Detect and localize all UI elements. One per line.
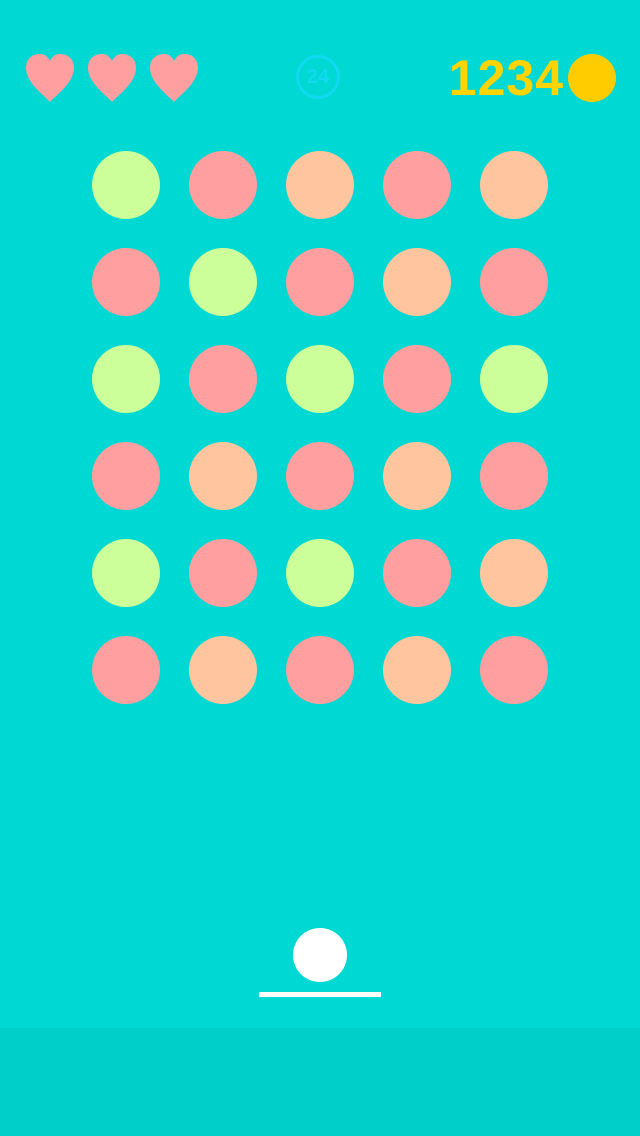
grid-dot[interactable] (383, 151, 451, 219)
grid-dot[interactable] (189, 442, 257, 510)
grid-dot[interactable] (286, 248, 354, 316)
bottom-bar (0, 1028, 640, 1136)
dot-grid (92, 151, 548, 704)
grid-dot[interactable] (480, 539, 548, 607)
grid-dot[interactable] (92, 345, 160, 413)
heart-icon (146, 52, 202, 104)
grid-dot[interactable] (189, 248, 257, 316)
grid-dot[interactable] (189, 539, 257, 607)
level-badge: 24 (296, 55, 340, 99)
grid-dot[interactable] (92, 151, 160, 219)
ball[interactable] (293, 928, 347, 982)
grid-dot[interactable] (286, 539, 354, 607)
grid-dot[interactable] (383, 636, 451, 704)
grid-dot[interactable] (189, 345, 257, 413)
hud: 24 1234 (0, 0, 640, 150)
coin-counter: 1234 (449, 53, 616, 103)
paddle[interactable] (259, 992, 381, 997)
grid-dot[interactable] (480, 442, 548, 510)
grid-dot[interactable] (383, 248, 451, 316)
grid-dot[interactable] (383, 442, 451, 510)
grid-dot[interactable] (286, 345, 354, 413)
grid-dot[interactable] (480, 151, 548, 219)
coin-icon (568, 54, 616, 102)
grid-dot[interactable] (480, 248, 548, 316)
grid-dot[interactable] (383, 345, 451, 413)
heart-icon (84, 52, 140, 104)
grid-dot[interactable] (189, 151, 257, 219)
grid-dot[interactable] (92, 248, 160, 316)
heart-icon (22, 52, 78, 104)
grid-dot[interactable] (92, 442, 160, 510)
launcher[interactable] (0, 920, 640, 1010)
grid-dot[interactable] (92, 636, 160, 704)
grid-dot[interactable] (286, 151, 354, 219)
grid-dot[interactable] (92, 539, 160, 607)
lives-hearts (22, 52, 202, 104)
coin-count: 1234 (448, 50, 564, 106)
grid-dot[interactable] (480, 345, 548, 413)
grid-dot[interactable] (383, 539, 451, 607)
grid-dot[interactable] (286, 442, 354, 510)
grid-dot[interactable] (480, 636, 548, 704)
grid-dot[interactable] (286, 636, 354, 704)
grid-dot[interactable] (189, 636, 257, 704)
